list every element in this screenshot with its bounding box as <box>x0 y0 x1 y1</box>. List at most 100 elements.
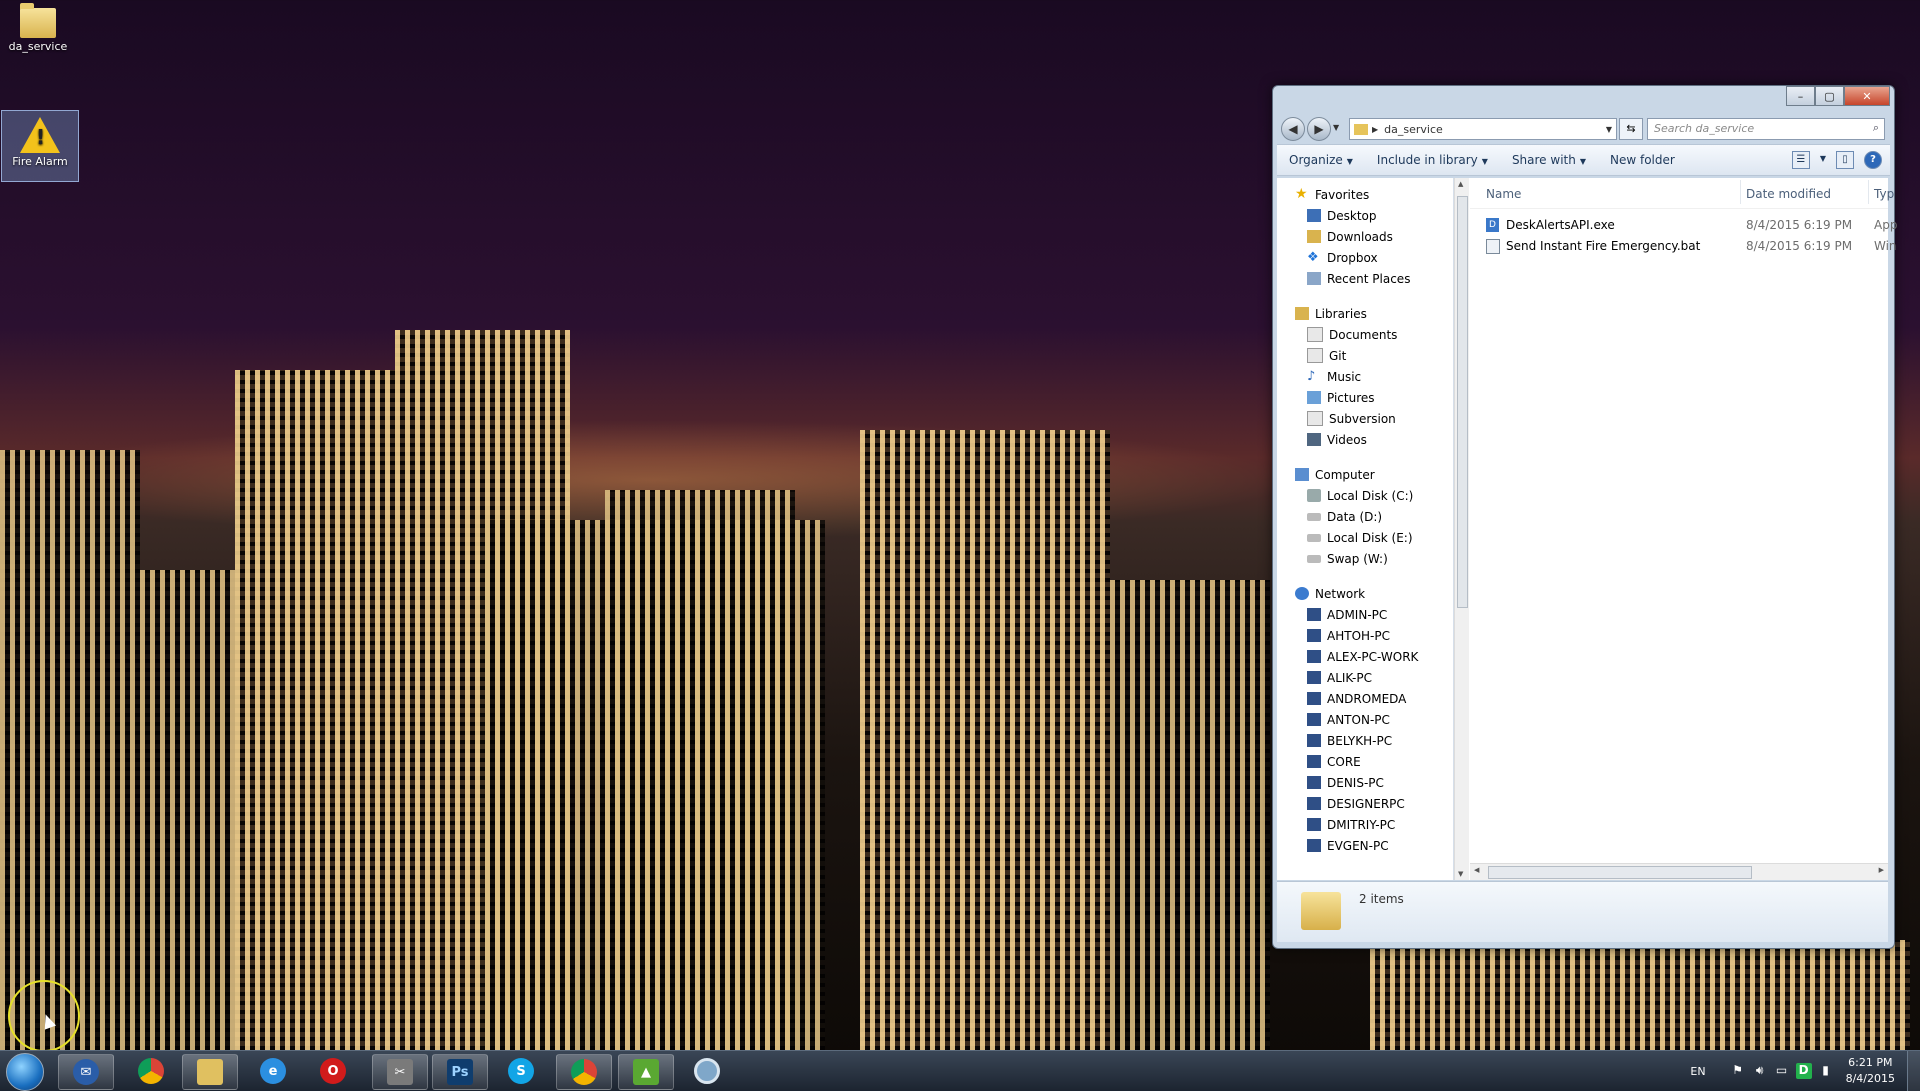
taskbar-app-chrome[interactable] <box>124 1054 178 1088</box>
nav-item-network-computer[interactable]: CORE <box>1277 751 1453 772</box>
nav-item-network-computer[interactable]: BELYKH-PC <box>1277 730 1453 751</box>
close-button[interactable]: ✕ <box>1844 86 1890 106</box>
language-indicator[interactable]: EN <box>1690 1065 1705 1078</box>
nav-item-desktop[interactable]: Desktop <box>1277 205 1453 226</box>
nav-item-network-computer[interactable]: DENIS-PC <box>1277 772 1453 793</box>
nav-item-network-computer[interactable]: ANTON-PC <box>1277 709 1453 730</box>
start-button[interactable] <box>6 1053 44 1091</box>
volume-icon[interactable]: 🔊︎ <box>1752 1063 1768 1079</box>
action-center-flag-icon[interactable]: ⚑ <box>1730 1063 1746 1079</box>
nav-item-network-computer[interactable]: ADMIN-PC <box>1277 604 1453 625</box>
nav-item-videos[interactable]: Videos <box>1277 429 1453 450</box>
taskbar-app-internet-explorer[interactable]: e <box>246 1054 300 1088</box>
nav-item-documents[interactable]: Documents <box>1277 324 1453 345</box>
taskbar-app-tools[interactable]: ✂ <box>372 1054 428 1090</box>
nav-item-network-computer[interactable]: AHTOH-PC <box>1277 625 1453 646</box>
file-row[interactable]: D DeskAlertsAPI.exe 8/4/2015 6:19 PM App <box>1470 215 1897 236</box>
opera-icon: O <box>320 1058 346 1084</box>
nav-computer[interactable]: Computer <box>1277 464 1453 485</box>
chrome-icon <box>138 1058 164 1084</box>
include-in-library-menu[interactable]: Include in library ▼ <box>1365 153 1500 167</box>
nav-item-music[interactable]: ♪ Music <box>1277 366 1453 387</box>
nav-item-local-disk-c[interactable]: Local Disk (C:) <box>1277 485 1453 506</box>
nav-label: ADMIN-PC <box>1327 607 1388 622</box>
building <box>1110 580 1270 1050</box>
scroll-down-icon[interactable]: ▼ <box>1458 870 1463 878</box>
deskalerts-tray-icon[interactable]: D <box>1795 1063 1812 1079</box>
nav-item-recent-places[interactable]: Recent Places <box>1277 268 1453 289</box>
scroll-up-icon[interactable]: ▲ <box>1458 180 1463 188</box>
nav-libraries[interactable]: Libraries <box>1277 303 1453 324</box>
file-name[interactable]: Send Instant Fire Emergency.bat <box>1506 239 1700 253</box>
file-name[interactable]: DeskAlertsAPI.exe <box>1506 218 1615 232</box>
nav-item-git[interactable]: Git <box>1277 345 1453 366</box>
nav-item-network-computer[interactable]: ALIK-PC <box>1277 667 1453 688</box>
search-icon[interactable]: ⌕ <box>1873 121 1879 135</box>
nav-item-dropbox[interactable]: ❖ Dropbox <box>1277 247 1453 268</box>
horizontal-scrollbar-thumb[interactable] <box>1488 866 1752 879</box>
minimize-button[interactable]: – <box>1786 86 1815 106</box>
git-library-icon <box>1307 348 1323 363</box>
nav-item-network-computer[interactable]: ANDROMEDA <box>1277 688 1453 709</box>
taskbar-app-chrome-2[interactable] <box>556 1054 612 1090</box>
clock-time: 6:21 PM <box>1848 1056 1893 1069</box>
title-bar[interactable]: – ▢ ✕ <box>1273 86 1894 110</box>
column-header-date-modified[interactable]: Date modified <box>1746 187 1831 201</box>
taskbar-app-explorer[interactable] <box>182 1054 238 1090</box>
column-header-name[interactable]: Name <box>1486 187 1521 201</box>
refresh-button[interactable]: ⇆ <box>1619 118 1643 140</box>
power-flag-icon[interactable]: ▮ <box>1818 1063 1834 1079</box>
organize-menu[interactable]: Organize ▼ <box>1277 153 1365 167</box>
network-tray-icon[interactable]: ▭ <box>1774 1063 1790 1079</box>
recent-pages-chevron-icon[interactable]: ▼ <box>1333 123 1339 132</box>
column-divider[interactable] <box>1740 180 1741 204</box>
scroll-left-icon[interactable]: ◀ <box>1474 866 1479 874</box>
search-input[interactable]: Search da_service ⌕ <box>1647 118 1885 140</box>
building <box>235 370 395 1050</box>
show-desktop-button[interactable] <box>1907 1051 1920 1091</box>
column-divider[interactable] <box>1868 180 1869 204</box>
taskbar-app-skype[interactable]: S <box>494 1054 548 1088</box>
scroll-right-icon[interactable]: ▶ <box>1879 866 1884 874</box>
nav-scrollbar-thumb[interactable] <box>1457 196 1468 608</box>
desktop-icon-fire-alarm[interactable]: ! Fire Alarm <box>1 110 79 182</box>
preview-pane-icon[interactable]: ▯ <box>1836 151 1854 169</box>
nav-item-downloads[interactable]: Downloads <box>1277 226 1453 247</box>
address-path-segment[interactable]: da_service <box>1384 123 1443 136</box>
nav-network[interactable]: Network <box>1277 583 1453 604</box>
building <box>0 450 140 1050</box>
file-row[interactable]: Send Instant Fire Emergency.bat 8/4/2015… <box>1470 236 1897 257</box>
nav-label: Git <box>1329 348 1347 363</box>
help-icon[interactable]: ? <box>1864 151 1882 169</box>
new-folder-button[interactable]: New folder <box>1598 153 1687 167</box>
address-dropdown-icon[interactable]: ▼ <box>1606 125 1612 134</box>
taskbar-app-circle[interactable] <box>680 1054 734 1088</box>
nav-favorites[interactable]: ★ Favorites <box>1277 184 1453 205</box>
nav-item-network-computer[interactable]: EVGEN-PC <box>1277 835 1453 856</box>
back-button[interactable]: ◀ <box>1281 117 1305 141</box>
nav-item-subversion[interactable]: Subversion <box>1277 408 1453 429</box>
forward-button[interactable]: ▶ <box>1307 117 1331 141</box>
taskbar-app-photoshop[interactable]: Ps <box>432 1054 488 1090</box>
nav-item-pictures[interactable]: Pictures <box>1277 387 1453 408</box>
nav-item-swap-w[interactable]: Swap (W:) <box>1277 548 1453 569</box>
nav-item-local-disk-e[interactable]: Local Disk (E:) <box>1277 527 1453 548</box>
horizontal-scrollbar[interactable]: ◀ ▶ <box>1470 863 1888 880</box>
taskbar-app-thunderbird[interactable]: ✉ <box>58 1054 114 1090</box>
nav-scrollbar[interactable]: ▲ ▼ <box>1454 178 1469 880</box>
desktop-icon-da-service[interactable]: da_service <box>0 2 76 53</box>
maximize-button[interactable]: ▢ <box>1815 86 1844 106</box>
breadcrumb-arrow-icon[interactable]: ▶ <box>1372 125 1378 134</box>
nav-item-network-computer[interactable]: ALEX-PC-WORK <box>1277 646 1453 667</box>
change-view-icon[interactable]: ☰ <box>1791 151 1810 169</box>
taskbar-app-opera[interactable]: O <box>306 1054 360 1088</box>
view-dropdown-icon[interactable]: ▼ <box>1820 151 1826 169</box>
clock[interactable]: 6:21 PM 8/4/2015 <box>1846 1055 1895 1087</box>
nav-item-data-d[interactable]: Data (D:) <box>1277 506 1453 527</box>
share-with-menu[interactable]: Share with ▼ <box>1500 153 1598 167</box>
address-bar[interactable]: ▶ da_service ▼ <box>1349 118 1617 140</box>
nav-item-network-computer[interactable]: DESIGNERPC <box>1277 793 1453 814</box>
nav-item-network-computer[interactable]: DMITRIY-PC <box>1277 814 1453 835</box>
column-header-type[interactable]: Typ <box>1874 187 1894 201</box>
taskbar-app-monitor[interactable]: ▲ <box>618 1054 674 1090</box>
